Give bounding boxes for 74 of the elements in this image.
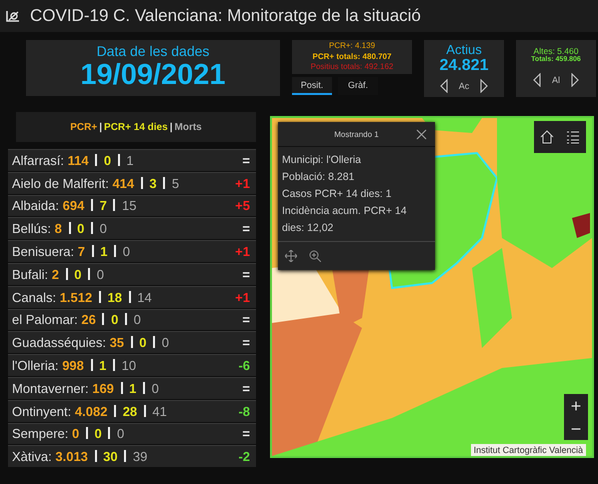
municipality-stats: Alfarrasí: 114 0 1 — [12, 152, 134, 168]
change-value: = — [242, 152, 250, 168]
pan-icon[interactable] — [285, 250, 297, 262]
app-title: COVID-19 C. Valenciana: Monitoratge de la situació — [30, 6, 421, 26]
change-value: = — [242, 221, 250, 236]
list-row[interactable]: Xàtiva: 3.013 30 39 -2 — [8, 445, 256, 468]
date-label: Data de les dades — [96, 43, 210, 59]
popup-text: Incidència acum. PCR+ 14 dies: 12,02 — [282, 204, 408, 236]
legend-text: | — [99, 122, 102, 132]
previous-icon[interactable] — [438, 79, 449, 93]
municipality-stats: Sempere: 0 0 0 — [12, 426, 124, 442]
change-value: = — [242, 335, 250, 350]
municipality-stats: Benisuera: 7 1 0 — [12, 244, 130, 260]
stat-text: PCR+ totals: 480.707 — [312, 52, 392, 62]
popup-text: Casos PCR+ 14 dies: 1 — [282, 187, 392, 202]
list-row[interactable]: el Palomar: 26 0 0 = — [8, 308, 256, 330]
municipality-stats: Montaverner: 169 1 0 — [12, 380, 159, 396]
change-value: +1 — [235, 176, 250, 191]
date-value: 19/09/2021 — [79, 59, 227, 91]
change-value: +1 — [235, 244, 250, 260]
change-value: = — [242, 426, 250, 442]
legend-text: | — [170, 122, 172, 132]
list-row[interactable]: Guadasséquies: 35 0 0 = — [8, 331, 256, 354]
stat-text: Positius totals: 492.162 — [310, 62, 394, 72]
list-row[interactable]: Albaida: 694 7 15 +5 — [8, 194, 256, 216]
list-row[interactable]: Bellús: 8 0 0 = — [8, 217, 256, 240]
change-value: = — [242, 312, 250, 328]
change-value: -2 — [238, 449, 250, 464]
close-icon[interactable] — [416, 129, 427, 140]
municipality-stats: Xàtiva: 3.013 30 39 — [12, 449, 148, 464]
carousel-label: Al — [552, 75, 560, 85]
list-row[interactable]: Aielo de Malferit: 414 3 5 +1 — [8, 172, 256, 194]
municipality-stats: Guadasséquies: 35 0 0 — [12, 335, 170, 350]
municipality-stats: el Palomar: 26 0 0 — [12, 312, 141, 328]
change-value: = — [242, 266, 250, 282]
active-label: Actius — [445, 42, 483, 57]
stat-text: Altes: 5.460 — [532, 46, 580, 56]
popup-title: Mostrando 1 — [334, 130, 379, 138]
zoom-in-icon[interactable] — [309, 250, 321, 262]
tab[interactable]: Posit. — [292, 77, 332, 95]
list-row[interactable]: Montaverner: 169 1 0 = — [8, 376, 256, 399]
legend-text: PCR+ — [70, 122, 98, 132]
home-icon[interactable] — [540, 130, 554, 144]
previous-icon[interactable] — [532, 73, 542, 87]
list-row[interactable]: Bufali: 2 0 0 = — [8, 262, 256, 285]
carousel-label: Ac — [458, 81, 470, 91]
list-icon[interactable] — [566, 130, 580, 144]
list-row[interactable]: Benisuera: 7 1 0 +1 — [8, 240, 256, 262]
municipality-stats: Bellús: 8 0 0 — [12, 221, 107, 236]
popup-text: Població: 8.281 — [282, 170, 356, 185]
list-row[interactable]: l'Olleria: 998 1 10 -6 — [8, 354, 256, 376]
municipality-stats: Ontinyent: 4.082 28 41 — [12, 404, 167, 419]
list-row[interactable]: Alfarrasí: 114 0 1 = — [8, 149, 256, 171]
change-value: +5 — [235, 198, 250, 214]
list-row[interactable]: Sempere: 0 0 0 = — [8, 422, 256, 444]
municipality-stats: Bufali: 2 0 0 — [12, 266, 104, 282]
municipality-stats: Albaida: 694 7 15 — [12, 198, 137, 214]
active-value: 24.821 — [438, 57, 490, 75]
municipality-stats: Aielo de Malferit: 414 3 5 — [12, 176, 180, 191]
change-value: -6 — [238, 358, 250, 374]
municipality-stats: Canals: 1.512 18 14 — [12, 290, 152, 305]
legend-text: PCR+ 14 dies — [104, 122, 168, 132]
change-value: -8 — [238, 404, 250, 419]
next-icon[interactable] — [479, 79, 490, 93]
next-icon[interactable] — [570, 73, 580, 87]
popup-text: Municipi: l'Olleria — [282, 153, 362, 168]
list-row[interactable]: Ontinyent: 4.082 28 41 -8 — [8, 400, 256, 422]
list-row[interactable]: Canals: 1.512 18 14 +1 — [8, 286, 256, 308]
stat-text: PCR+: 4.139 — [328, 41, 376, 52]
legend-text: Morts — [174, 122, 202, 132]
attribution-text: Institut Cartogràfic Valencià — [470, 444, 586, 456]
municipality-stats: l'Olleria: 998 1 10 — [12, 358, 136, 374]
change-value: = — [242, 380, 250, 396]
change-value: +1 — [235, 290, 250, 305]
